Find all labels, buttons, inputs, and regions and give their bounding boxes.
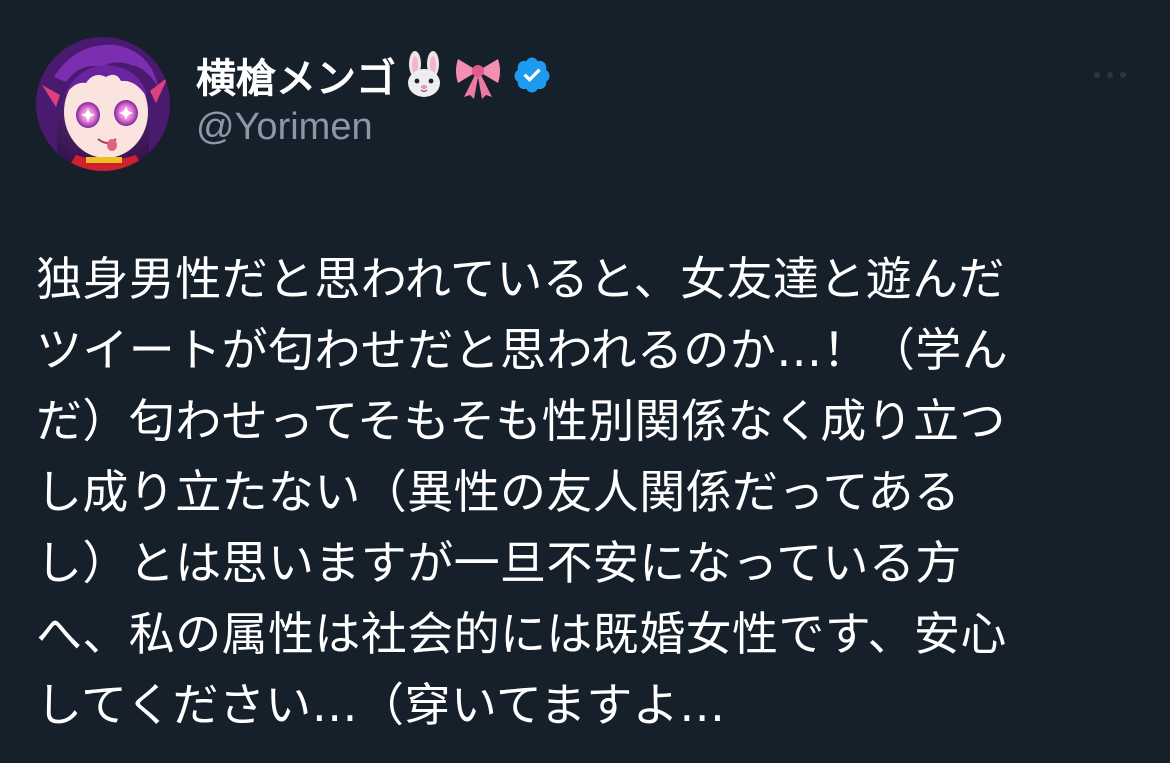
tweet-card: 横槍メンゴ @Yorimen 独身男性だと思われていると、女友達と遊んだ ツイー… [0, 0, 1170, 763]
display-name[interactable]: 横槍メンゴ [196, 46, 396, 104]
avatar[interactable] [36, 37, 170, 171]
tweet-text-line: し成り立たない（異性の友人関係だってある [36, 465, 961, 519]
tweet-text-line: だ）匂わせってそもそも性別関係なく成り立つ [36, 394, 1006, 448]
rabbit-face-icon [400, 51, 448, 99]
tweet-text-line: へ、私の属性は社会的には既婚女性です、安心 [36, 607, 1007, 661]
tweet-text-line: ツイートが匂わせだと思われるのか…！（学ん [36, 323, 1009, 377]
anime-avatar-icon [36, 37, 170, 171]
tweet-text-line: し）とは思いますが一旦不安になっている方 [36, 536, 962, 590]
user-handle[interactable]: @Yorimen [196, 106, 552, 149]
more-options-icon[interactable] [1090, 60, 1130, 90]
tweet-text-line: 独身男性だと思われていると、女友達と遊んだ [36, 252, 1005, 306]
name-row: 横槍メンゴ [196, 44, 552, 106]
tweet-text-line: してください…（穿いてますよ… [36, 678, 726, 732]
tweet-header: 横槍メンゴ @Yorimen [196, 44, 552, 149]
verified-badge-icon[interactable] [512, 55, 552, 95]
ribbon-icon [452, 51, 504, 99]
tweet-text: 独身男性だと思われていると、女友達と遊んだ ツイートが匂わせだと思われるのか…！… [36, 244, 1136, 741]
